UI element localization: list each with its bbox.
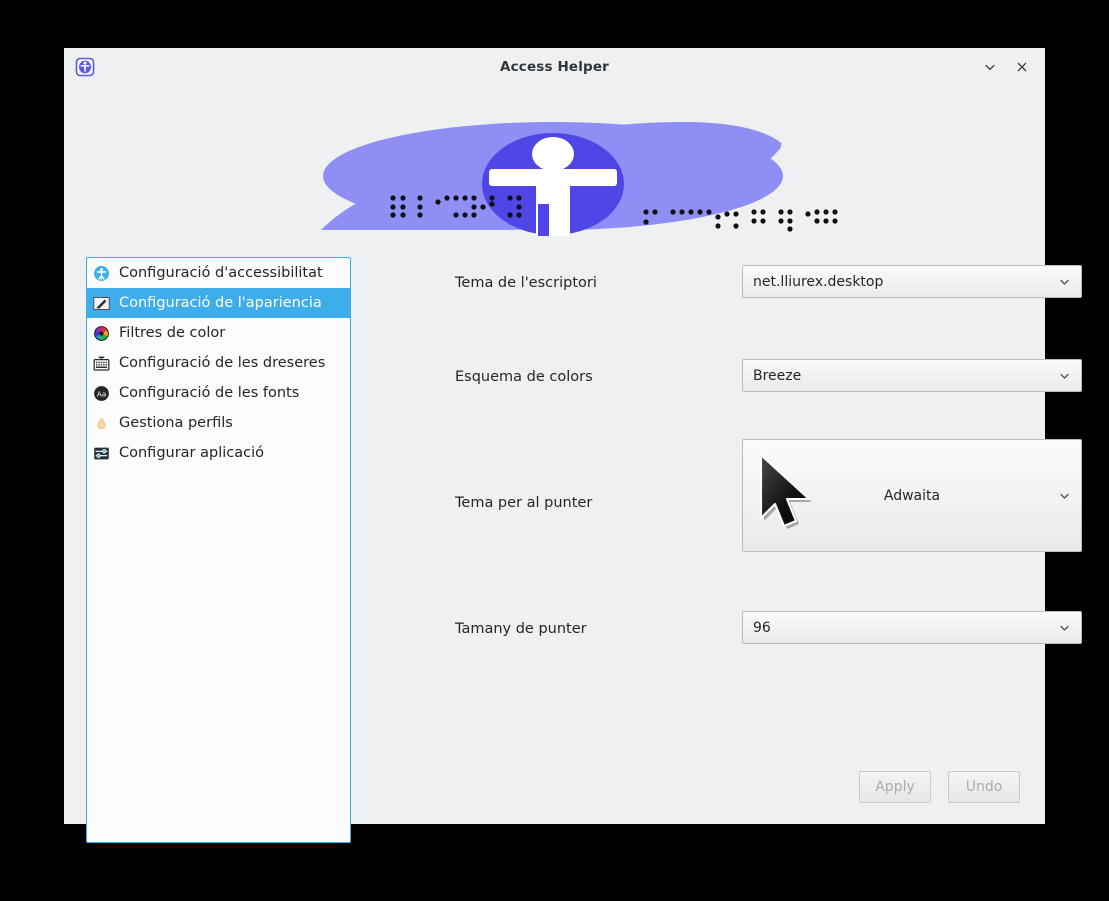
sidebar-item-color-filters[interactable]: Filtres de color [87,318,350,348]
cursor-theme-combobox[interactable]: Adwaita [742,439,1082,552]
window-title: Access Helper [500,59,609,75]
keyboard-icon [93,355,110,372]
sidebar-item-appearance[interactable]: Configuració de l'apariencia [87,288,350,318]
close-button[interactable] [1011,56,1033,78]
cursor-size-label: Tamany de punter [455,621,587,637]
cursor-size-combobox[interactable]: 96 [742,611,1082,644]
settings-sidebar[interactable]: Configuració d'accessibilitat Configurac… [86,257,351,843]
accessibility-person-icon [75,57,95,77]
sidebar-item-profiles[interactable]: Gestiona perfils [87,408,350,438]
cursor-preview-icon [751,448,847,544]
sidebar-item-label: Configuració de les fonts [119,385,300,401]
desktop-theme-label: Tema de l'escriptori [455,275,597,291]
desktop-theme-value: net.lliurex.desktop [753,273,884,290]
chevron-down-icon [1058,489,1071,502]
application-window: Access Helper Configuració d'accessibili… [64,48,1082,843]
cursor-size-value: 96 [753,619,771,636]
color-wheel-icon [93,325,110,342]
sidebar-item-shortcuts[interactable]: Configuració de les dreseres [87,348,350,378]
droplet-icon [93,415,110,432]
sidebar-item-label: Configurar aplicació [119,445,265,461]
color-scheme-value: Breeze [753,367,802,384]
window-controls [979,56,1033,78]
undo-button[interactable]: Undo [948,771,1020,803]
sliders-icon [93,445,110,462]
accessibility-banner [64,86,1045,241]
chevron-down-icon [1058,369,1071,382]
minimize-button[interactable] [979,56,1001,78]
action-buttons: Apply Undo [859,771,1020,803]
window-body: Configuració d'accessibilitat Configurac… [64,241,1082,843]
desktop-theme-combobox[interactable]: net.lliurex.desktop [742,265,1082,298]
font-aa-icon: Aa [93,385,110,402]
color-scheme-combobox[interactable]: Breeze [742,359,1082,392]
color-scheme-label: Esquema de colors [455,369,593,385]
sidebar-item-label: Filtres de color [119,325,226,341]
settings-form: Tema de l'escriptori net.lliurex.desktop… [351,241,1082,824]
cursor-theme-label: Tema per al punter [455,495,593,511]
sidebar-item-label: Configuració d'accessibilitat [119,265,323,281]
chevron-down-icon [1058,621,1071,634]
sidebar-item-label: Configuració de les dreseres [119,355,326,371]
chevron-down-icon [1058,275,1071,288]
accessibility-icon [93,265,110,282]
svg-text:Aa: Aa [97,389,107,398]
sidebar-item-accessibility[interactable]: Configuració d'accessibilitat [87,258,350,288]
sidebar-item-label: Configuració de l'apariencia [119,295,322,311]
sidebar-item-fonts[interactable]: Aa Configuració de les fonts [87,378,350,408]
cursor-theme-value: Adwaita [883,487,941,504]
appearance-pencil-icon [93,295,110,312]
title-bar: Access Helper [64,48,1045,86]
apply-button[interactable]: Apply [859,771,931,803]
sidebar-item-label: Gestiona perfils [119,415,233,431]
sidebar-item-configure-app[interactable]: Configurar aplicació [87,438,350,468]
